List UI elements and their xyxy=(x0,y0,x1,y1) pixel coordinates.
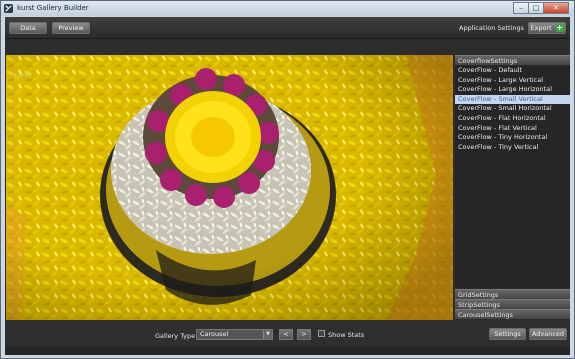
window-title: kurst Gallery Builder xyxy=(17,4,89,12)
bottom-toolbar: Gallery Type Carousel ▼ < > Show Stats S… xyxy=(5,321,570,355)
chevron-down-icon: ▼ xyxy=(263,330,272,339)
preview-button-label: Preview xyxy=(58,24,84,32)
list-item[interactable]: CoverFlow - Large Vertical xyxy=(455,76,570,86)
previous-arrow-icon: < xyxy=(283,331,289,338)
gallery-preview-image[interactable]: kurst xyxy=(6,55,453,320)
list-item[interactable]: CoverFlow - Tiny Vertical xyxy=(455,143,570,153)
application-settings-link[interactable]: Application Settings xyxy=(459,24,524,32)
list-item[interactable]: CoverFlow - Tiny Horizontal xyxy=(455,133,570,143)
title-bar[interactable]: kurst Gallery Builder – □ ✕ xyxy=(1,1,574,16)
export-plus-icon: + xyxy=(555,23,564,32)
minimize-icon: – xyxy=(519,4,523,12)
export-button[interactable]: Export + xyxy=(528,22,566,34)
previous-button[interactable]: < xyxy=(279,329,293,340)
list-item[interactable]: CoverFlow - Flat Vertical xyxy=(455,124,570,134)
close-button[interactable]: ✕ xyxy=(543,2,569,14)
strip-settings-header[interactable]: StripSettings xyxy=(455,299,570,309)
gallery-type-label: Gallery Type xyxy=(155,332,196,340)
next-button[interactable]: > xyxy=(297,329,311,340)
show-stats-label[interactable]: Show Stats xyxy=(328,331,364,339)
data-button[interactable]: Data xyxy=(9,22,47,34)
gallery-type-dropdown[interactable]: Carousel ▼ xyxy=(196,329,273,340)
show-stats-checkbox[interactable] xyxy=(318,330,325,337)
settings-accordion: CoverflowSettings CoverFlow - Default Co… xyxy=(455,55,570,320)
list-item[interactable]: CoverFlow - Default xyxy=(455,66,570,76)
app-window: kurst Gallery Builder – □ ✕ Data Preview… xyxy=(0,0,575,359)
flower-rangoli-image xyxy=(6,55,453,320)
settings-button[interactable]: Settings xyxy=(489,328,526,340)
list-item[interactable]: CoverFlow - Small Horizontal xyxy=(455,104,570,114)
coverflow-preset-list: CoverFlow - Default CoverFlow - Large Ve… xyxy=(455,66,570,288)
status-bar xyxy=(5,347,570,355)
coverflow-settings-header[interactable]: CoverflowSettings xyxy=(455,55,570,65)
advanced-button[interactable]: Advanced xyxy=(529,328,567,340)
maximize-icon: □ xyxy=(532,4,540,12)
list-item[interactable]: CoverFlow - Large Horizontal xyxy=(455,85,570,95)
settings-button-label: Settings xyxy=(494,330,521,338)
export-button-label: Export xyxy=(530,24,552,32)
grid-settings-header[interactable]: GridSettings xyxy=(455,289,570,299)
close-icon: ✕ xyxy=(553,4,559,12)
app-client-area: Data Preview Application Settings Export… xyxy=(5,17,570,355)
maximize-button[interactable]: □ xyxy=(528,2,544,14)
preview-button[interactable]: Preview xyxy=(52,22,90,34)
app-logo-icon xyxy=(4,4,13,13)
top-toolbar: Data Preview Application Settings Export… xyxy=(5,17,570,39)
data-button-label: Data xyxy=(20,24,36,32)
advanced-button-label: Advanced xyxy=(531,330,565,338)
next-arrow-icon: > xyxy=(301,331,307,338)
list-item-selected[interactable]: CoverFlow - Small Vertical xyxy=(455,94,570,105)
window-controls: – □ ✕ xyxy=(513,2,569,14)
minimize-button[interactable]: – xyxy=(513,2,529,14)
carousel-settings-header[interactable]: CarouselSettings xyxy=(455,309,570,319)
gallery-type-value: Carousel xyxy=(200,330,229,338)
preview-watermark: kurst xyxy=(14,73,32,79)
list-item[interactable]: CoverFlow - Flat Horizontal xyxy=(455,114,570,124)
